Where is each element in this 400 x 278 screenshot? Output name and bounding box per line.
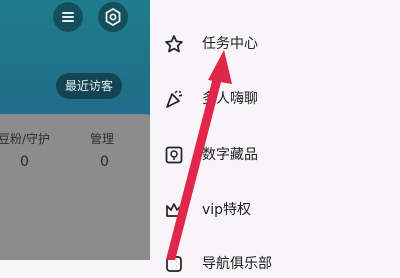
menu-item-vip[interactable]: vip特权 (150, 194, 400, 224)
recent-visitors-button[interactable]: 最近访客 (56, 73, 122, 99)
menu-item-label: 多人嗨聊 (202, 91, 258, 107)
fans-count[interactable]: 0 (20, 154, 29, 170)
crown-icon (164, 200, 184, 220)
admin-label: 管理 (90, 132, 115, 146)
collection-icon (164, 145, 184, 165)
club-icon (164, 254, 184, 274)
party-icon (164, 89, 184, 109)
menu-item-group-chat[interactable]: 多人嗨聊 (150, 83, 400, 113)
menu-item-label: 任务中心 (202, 36, 258, 52)
fans-label: 豆粉/守护 (0, 132, 51, 146)
star-icon (164, 34, 184, 54)
menu-item-club[interactable]: 导航俱乐部 (150, 248, 400, 278)
settings-gear-icon[interactable] (98, 2, 128, 32)
menu-item-label: 导航俱乐部 (202, 256, 272, 272)
menu-item-label: vip特权 (202, 202, 252, 218)
admin-count[interactable]: 0 (100, 154, 109, 170)
stats-card: 豆粉/守护 0 管理 0 (0, 114, 150, 260)
menu-item-digital-collectibles[interactable]: 数字藏品 (150, 139, 400, 169)
menu-item-task-center[interactable]: 任务中心 (150, 28, 400, 58)
menu-icon[interactable] (53, 2, 83, 32)
profile-background: 最近访客 豆粉/守护 0 管理 0 (0, 0, 150, 260)
side-drawer: 任务中心 多人嗨聊 数字藏品 vip特权 导航俱乐部 (150, 0, 400, 272)
menu-item-label: 数字藏品 (202, 147, 258, 163)
